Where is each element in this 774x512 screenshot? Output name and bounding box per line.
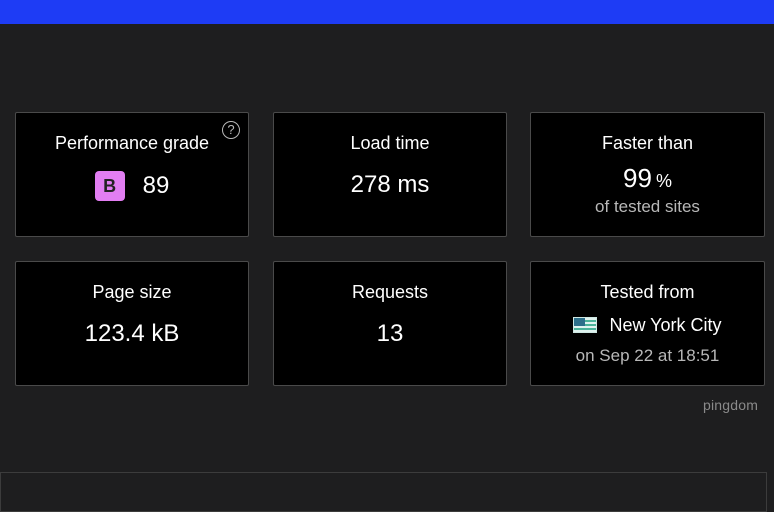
page-size-card: Page size 123.4 kB — [15, 261, 249, 386]
performance-grade-label: Performance grade — [54, 133, 210, 153]
pingdom-logo: pingdom — [703, 397, 759, 413]
location-city: New York City — [609, 314, 722, 335]
location-row: New York City — [531, 314, 764, 336]
faster-than-value-row: 99% — [531, 163, 764, 196]
help-icon[interactable]: ? — [222, 121, 240, 139]
percent-unit: % — [655, 171, 672, 191]
tested-time: on Sep 22 at 18:51 — [575, 346, 720, 365]
load-time-card: Load time 278 ms — [273, 112, 507, 237]
bottom-panel — [0, 472, 767, 512]
page-size-label: Page size — [92, 282, 172, 302]
performance-grade-card: Performance grade ? B 89 — [15, 112, 249, 237]
load-time-label: Load time — [350, 133, 430, 153]
requests-label: Requests — [351, 282, 429, 302]
grade-row: B 89 — [16, 171, 248, 201]
load-time-value: 278 ms — [350, 171, 430, 198]
page-size-value: 123.4 kB — [84, 320, 180, 347]
grade-badge: B — [94, 171, 125, 201]
us-flag-icon — [573, 317, 598, 333]
faster-than-card: Faster than 99% of tested sites — [530, 112, 765, 237]
grade-score: 89 — [142, 172, 170, 199]
faster-than-label: Faster than — [601, 133, 694, 153]
requests-card: Requests 13 — [273, 261, 507, 386]
faster-than-value: 99 — [623, 163, 652, 193]
tested-from-card: Tested from New York City on Sep 22 at 1… — [530, 261, 765, 386]
faster-than-sub: of tested sites — [595, 197, 700, 216]
tested-from-label: Tested from — [600, 282, 695, 302]
top-bar — [0, 0, 774, 24]
requests-value: 13 — [376, 320, 404, 347]
